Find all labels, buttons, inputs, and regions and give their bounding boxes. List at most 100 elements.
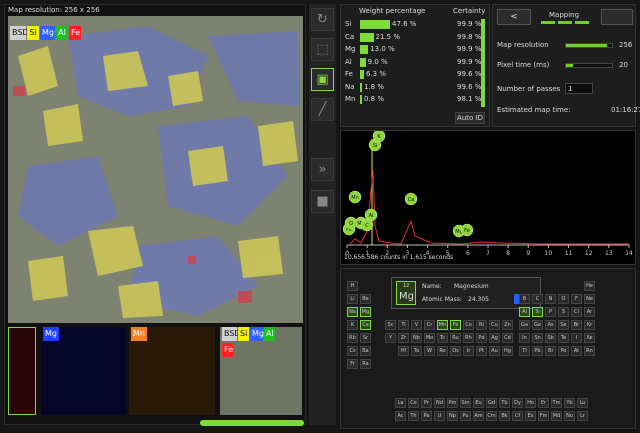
element-ho[interactable]: Ho: [525, 398, 536, 408]
element-chip-mg[interactable]: Mg: [40, 26, 55, 40]
element-ce[interactable]: Ce: [408, 398, 419, 408]
element-sm[interactable]: Sm: [460, 398, 471, 408]
element-map-image[interactable]: BSD Si Mg Al Fe: [8, 16, 303, 323]
element-sn[interactable]: Sn: [532, 333, 543, 343]
element-br[interactable]: Br: [571, 320, 582, 330]
element-th[interactable]: Th: [408, 411, 419, 421]
element-sr[interactable]: Sr: [360, 333, 371, 343]
element-li[interactable]: Li: [347, 294, 358, 304]
element-nb[interactable]: Nb: [411, 333, 422, 343]
element-fe[interactable]: Fe: [450, 320, 461, 330]
element-co[interactable]: Co: [463, 320, 474, 330]
element-ti[interactable]: Ti: [398, 320, 409, 330]
element-ru[interactable]: Ru: [450, 333, 461, 343]
element-tc[interactable]: Tc: [437, 333, 448, 343]
element-pu[interactable]: Pu: [460, 411, 471, 421]
element-ga[interactable]: Ga: [519, 320, 530, 330]
element-cu[interactable]: Cu: [489, 320, 500, 330]
element-at[interactable]: At: [571, 346, 582, 356]
element-ta[interactable]: Ta: [411, 346, 422, 356]
element-kr[interactable]: Kr: [584, 320, 595, 330]
element-w[interactable]: W: [424, 346, 435, 356]
refresh-button[interactable]: ↻: [311, 8, 334, 31]
element-hg[interactable]: Hg: [502, 346, 513, 356]
element-s[interactable]: S: [558, 307, 569, 317]
passes-input[interactable]: 1: [565, 83, 593, 94]
element-ni[interactable]: Ni: [476, 320, 487, 330]
setting-slider[interactable]: [565, 43, 613, 48]
element-cr[interactable]: Cr: [424, 320, 435, 330]
element-h[interactable]: H: [347, 281, 358, 291]
element-pd[interactable]: Pd: [476, 333, 487, 343]
element-na[interactable]: Na: [347, 307, 358, 317]
element-lu[interactable]: Lu: [577, 398, 588, 408]
element-hf[interactable]: Hf: [398, 346, 409, 356]
element-mn[interactable]: Mn: [437, 320, 448, 330]
element-md[interactable]: Md: [551, 411, 562, 421]
element-os[interactable]: Os: [450, 346, 461, 356]
element-cd[interactable]: Cd: [502, 333, 513, 343]
spectrum-panel[interactable]: 01234567891011121314MnMgSiKCaAlFeOCMgFe …: [340, 129, 636, 265]
element-yb[interactable]: Yb: [564, 398, 575, 408]
map-thumbnail[interactable]: Mn: [129, 327, 215, 415]
element-se[interactable]: Se: [558, 320, 569, 330]
element-te[interactable]: Te: [558, 333, 569, 343]
element-cm[interactable]: Cm: [486, 411, 497, 421]
map-thumbnail[interactable]: Mg: [41, 327, 125, 415]
element-be[interactable]: Be: [360, 294, 371, 304]
element-ac[interactable]: Ac: [395, 411, 406, 421]
element-dy[interactable]: Dy: [512, 398, 523, 408]
element-ba[interactable]: Ba: [360, 346, 371, 356]
element-la[interactable]: La: [395, 398, 406, 408]
select-button[interactable]: ⬚: [311, 38, 334, 61]
element-lr[interactable]: Lr: [577, 411, 588, 421]
element-f[interactable]: F: [571, 294, 582, 304]
element-er[interactable]: Er: [538, 398, 549, 408]
save-button[interactable]: ▣: [311, 68, 334, 91]
element-cf[interactable]: Cf: [512, 411, 523, 421]
element-in[interactable]: In: [519, 333, 530, 343]
element-bi[interactable]: Bi: [545, 346, 556, 356]
auto-id-button[interactable]: Auto ID: [455, 112, 485, 124]
element-he[interactable]: He: [584, 281, 595, 291]
element-cl[interactable]: Cl: [571, 307, 582, 317]
element-zr[interactable]: Zr: [398, 333, 409, 343]
element-si[interactable]: Si: [532, 307, 543, 317]
element-es[interactable]: Es: [525, 411, 536, 421]
element-au[interactable]: Au: [489, 346, 500, 356]
element-ag[interactable]: Ag: [489, 333, 500, 343]
next-button[interactable]: [601, 9, 633, 25]
element-n[interactable]: N: [545, 294, 556, 304]
element-po[interactable]: Po: [558, 346, 569, 356]
element-u[interactable]: U: [434, 411, 445, 421]
element-cs[interactable]: Cs: [347, 346, 358, 356]
element-ne[interactable]: Ne: [584, 294, 595, 304]
element-mg[interactable]: Mg: [360, 307, 371, 317]
element-no[interactable]: No: [564, 411, 575, 421]
element-pm[interactable]: Pm: [447, 398, 458, 408]
element-ra[interactable]: Ra: [360, 359, 371, 369]
element-chip-al[interactable]: Al: [56, 26, 68, 40]
element-re[interactable]: Re: [437, 346, 448, 356]
element-sc[interactable]: Sc: [385, 320, 396, 330]
element-ca[interactable]: Ca: [360, 320, 371, 330]
element-tl[interactable]: Tl: [519, 346, 530, 356]
element-sb[interactable]: Sb: [545, 333, 556, 343]
forward-button[interactable]: »: [311, 158, 334, 181]
element-al[interactable]: Al: [519, 307, 530, 317]
element-pr[interactable]: Pr: [421, 398, 432, 408]
element-fr[interactable]: Fr: [347, 359, 358, 369]
element-xe[interactable]: Xe: [584, 333, 595, 343]
prev-button[interactable]: <: [497, 9, 531, 25]
element-v[interactable]: V: [411, 320, 422, 330]
element-ge[interactable]: Ge: [532, 320, 543, 330]
element-eu[interactable]: Eu: [473, 398, 484, 408]
element-i[interactable]: I: [571, 333, 582, 343]
element-rn[interactable]: Rn: [584, 346, 595, 356]
element-y[interactable]: Y: [385, 333, 396, 343]
element-np[interactable]: Np: [447, 411, 458, 421]
element-mo[interactable]: Mo: [424, 333, 435, 343]
element-p[interactable]: P: [545, 307, 556, 317]
element-ar[interactable]: Ar: [584, 307, 595, 317]
map-thumbnail[interactable]: BSD Si Mg Al Fe: [220, 327, 302, 415]
